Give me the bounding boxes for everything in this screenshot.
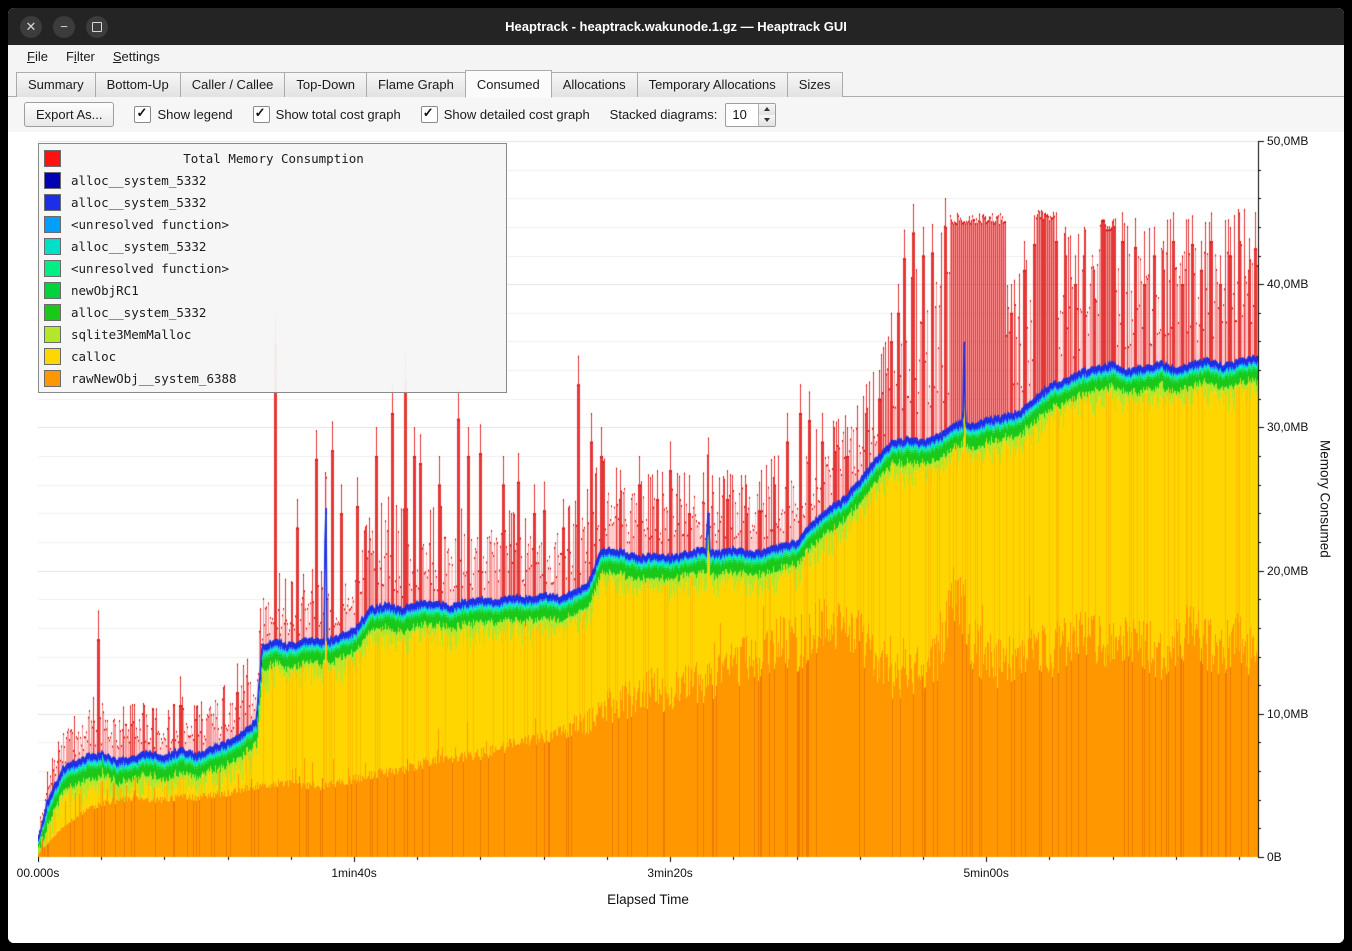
arrow-up-icon — [764, 107, 770, 111]
legend-swatch — [44, 216, 61, 233]
tab-sizes[interactable]: Sizes — [787, 72, 843, 97]
window-content: ✕ − Heaptrack - heaptrack.wakunode.1.gz … — [8, 8, 1344, 943]
legend-entry: alloc__system_5332 — [39, 235, 506, 257]
spin-buttons — [758, 104, 775, 126]
x-axis-title: Elapsed Time — [38, 892, 1258, 907]
minimize-icon: − — [60, 20, 68, 33]
checkbox-label: Show total cost graph — [276, 107, 401, 122]
export-as-button[interactable]: Export As... — [24, 102, 114, 127]
tab-bottom-up[interactable]: Bottom-Up — [95, 72, 181, 97]
checkbox-icon[interactable] — [421, 106, 438, 123]
legend-entry-label: alloc__system_5332 — [71, 239, 206, 254]
legend-entry: newObjRC1 — [39, 279, 506, 301]
tab-list: SummaryBottom-UpCaller / CalleeTop-DownF… — [16, 70, 842, 97]
checkbox-label: Show detailed cost graph — [444, 107, 590, 122]
x-tick-label: 3min20s — [647, 866, 692, 880]
tab-summary[interactable]: Summary — [16, 72, 96, 97]
x-tick-label: 5min00s — [963, 866, 1008, 880]
chart-legend: Total Memory Consumption alloc__system_53… — [38, 143, 507, 393]
tab-consumed[interactable]: Consumed — [465, 70, 552, 98]
checkbox-show-legend[interactable]: Show legend — [134, 106, 232, 123]
arrow-down-icon — [764, 118, 770, 122]
close-button[interactable]: ✕ — [20, 16, 42, 38]
tabbar: SummaryBottom-UpCaller / CalleeTop-DownF… — [8, 68, 1344, 97]
x-tick-label: 00.000s — [17, 866, 60, 880]
tab-caller-callee[interactable]: Caller / Callee — [180, 72, 286, 97]
legend-entry: calloc — [39, 345, 506, 367]
legend-swatch — [44, 348, 61, 365]
legend-entry-label: alloc__system_5332 — [71, 305, 206, 320]
legend-swatch — [44, 150, 61, 167]
legend-entry: alloc__system_5332 — [39, 169, 506, 191]
y-tick-label: 0B — [1267, 850, 1282, 864]
menu-settings[interactable]: Settings — [104, 47, 169, 66]
legend-entry: <unresolved function> — [39, 213, 506, 235]
app-window: ✕ − Heaptrack - heaptrack.wakunode.1.gz … — [0, 0, 1352, 951]
tab-flame-graph[interactable]: Flame Graph — [366, 72, 466, 97]
toolbar: Export As... Show legend Show total cost … — [8, 97, 1344, 132]
legend-entry: alloc__system_5332 — [39, 191, 506, 213]
legend-swatch — [44, 172, 61, 189]
legend-entry: rawNewObj__system_6388 — [39, 367, 506, 389]
window-title: Heaptrack - heaptrack.wakunode.1.gz — He… — [505, 19, 847, 34]
spin-down-button[interactable] — [759, 115, 775, 126]
y-tick-label: 40,0MB — [1267, 277, 1308, 291]
legend-title: Total Memory Consumption — [71, 151, 501, 166]
tab-top-down[interactable]: Top-Down — [284, 72, 367, 97]
stacked-diagrams-label: Stacked diagrams: — [610, 107, 718, 122]
stacked-diagrams-spinbox[interactable]: 10 — [725, 103, 776, 127]
legend-entry-label: newObjRC1 — [71, 283, 139, 298]
titlebar: ✕ − Heaptrack - heaptrack.wakunode.1.gz … — [8, 8, 1344, 45]
legend-entry-label: alloc__system_5332 — [71, 195, 206, 210]
legend-entry-label: alloc__system_5332 — [71, 173, 206, 188]
stacked-diagrams-value[interactable]: 10 — [726, 104, 758, 126]
checkbox-show-total-cost-graph[interactable]: Show total cost graph — [253, 106, 401, 123]
maximize-button[interactable] — [86, 16, 108, 38]
x-tick-label: 1min40s — [331, 866, 376, 880]
spin-up-button[interactable] — [759, 104, 775, 115]
maximize-icon — [92, 22, 102, 32]
legend-swatch — [44, 370, 61, 387]
legend-entry-label: sqlite3MemMalloc — [71, 327, 191, 342]
legend-entry-label: calloc — [71, 349, 116, 364]
checkbox-icon[interactable] — [253, 106, 270, 123]
minimize-button[interactable]: − — [53, 16, 75, 38]
legend-swatch — [44, 282, 61, 299]
legend-entry-label: <unresolved function> — [71, 261, 229, 276]
legend-entry: alloc__system_5332 — [39, 301, 506, 323]
legend-entry: sqlite3MemMalloc — [39, 323, 506, 345]
checkbox-label: Show legend — [157, 107, 232, 122]
legend-entry: <unresolved function> — [39, 257, 506, 279]
legend-swatch — [44, 238, 61, 255]
menubar: FileFilterSettings — [8, 45, 1344, 68]
legend-swatch — [44, 260, 61, 277]
legend-entry-label: rawNewObj__system_6388 — [71, 371, 237, 386]
tab-allocations[interactable]: Allocations — [551, 72, 638, 97]
menu-file[interactable]: File — [18, 47, 57, 66]
checkbox-show-detailed-cost-graph[interactable]: Show detailed cost graph — [421, 106, 590, 123]
legend-entry-label: <unresolved function> — [71, 217, 229, 232]
y-tick-label: 20,0MB — [1267, 564, 1308, 578]
legend-swatch — [44, 326, 61, 343]
toolbar-checkboxes: Show legend Show total cost graph Show det… — [134, 106, 589, 123]
tab-temporary-allocations[interactable]: Temporary Allocations — [637, 72, 788, 97]
legend-title-row: Total Memory Consumption — [39, 147, 506, 169]
y-tick-label: 10,0MB — [1267, 707, 1308, 721]
window-buttons: ✕ − — [20, 8, 108, 45]
close-icon: ✕ — [26, 20, 37, 33]
y-tick-label: 30,0MB — [1267, 420, 1308, 434]
legend-swatch — [44, 304, 61, 321]
y-axis-title: Memory Consumed — [1314, 141, 1336, 857]
checkbox-icon[interactable] — [134, 106, 151, 123]
legend-swatch — [44, 194, 61, 211]
y-tick-label: 50,0MB — [1267, 134, 1308, 148]
menu-filter[interactable]: Filter — [57, 47, 104, 66]
